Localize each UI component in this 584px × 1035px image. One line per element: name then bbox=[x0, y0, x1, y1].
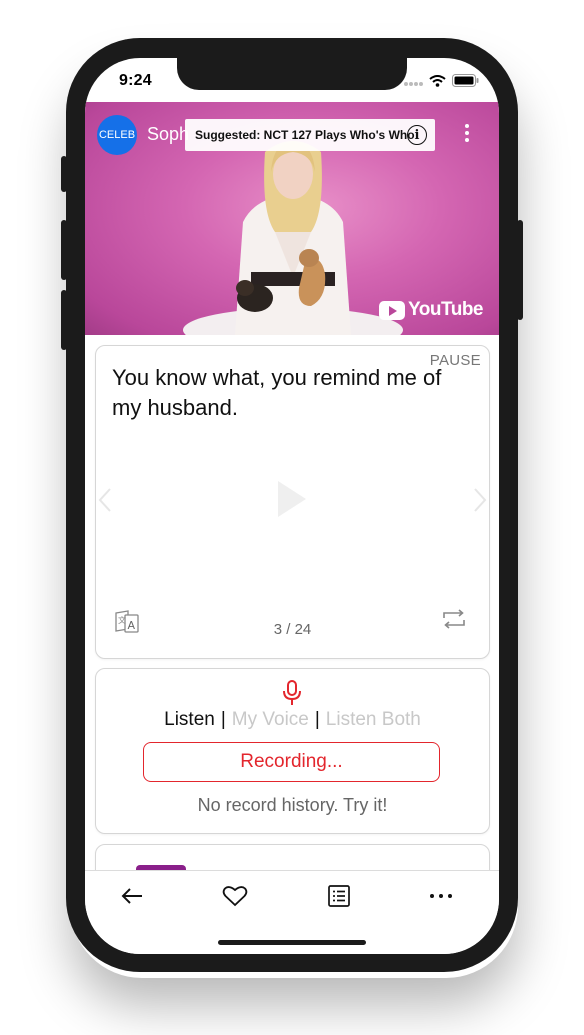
info-icon[interactable]: i bbox=[407, 125, 427, 145]
mode-listen[interactable]: Listen bbox=[164, 709, 215, 730]
suggested-video-pill[interactable]: Suggested: NCT 127 Plays Who's Who i bbox=[185, 119, 435, 151]
previous-arrow-icon[interactable] bbox=[98, 487, 112, 518]
volume-up-button bbox=[61, 220, 67, 280]
subtitle-text: You know what, you remind me of my husba… bbox=[112, 365, 442, 420]
suggested-video-title: Suggested: NCT 127 Plays Who's Who bbox=[195, 128, 415, 142]
repeat-icon[interactable] bbox=[441, 609, 467, 634]
microphone-icon[interactable] bbox=[282, 680, 302, 711]
signal-icon bbox=[403, 74, 423, 92]
youtube-wordmark: YouTube bbox=[408, 299, 483, 320]
mode-separator: | bbox=[220, 709, 226, 730]
wifi-icon bbox=[429, 74, 446, 92]
screen: 9:24 CELEB Soph Suggested: NCT 127 Plays… bbox=[85, 58, 499, 954]
list-icon[interactable] bbox=[322, 883, 356, 909]
subtitle-counter: 3 / 24 bbox=[273, 621, 312, 638]
heart-icon[interactable] bbox=[218, 883, 252, 909]
play-icon[interactable] bbox=[276, 479, 308, 524]
notch bbox=[177, 58, 407, 90]
recording-button[interactable]: Recording... bbox=[143, 742, 440, 782]
mode-listen-both[interactable]: Listen Both bbox=[326, 709, 421, 730]
mode-my-voice[interactable]: My Voice bbox=[232, 709, 309, 730]
back-arrow-icon[interactable] bbox=[115, 883, 149, 909]
channel-logo[interactable]: CELEB bbox=[97, 115, 137, 155]
status-icons bbox=[403, 74, 479, 92]
video-player[interactable]: CELEB Soph Suggested: NCT 127 Plays Who'… bbox=[85, 102, 499, 335]
subtitle-card: PAUSE You know what, you remind me of my… bbox=[95, 345, 490, 659]
mode-separator: | bbox=[314, 709, 320, 730]
power-button bbox=[517, 220, 523, 320]
status-time: 9:24 bbox=[119, 72, 152, 89]
volume-down-button bbox=[61, 290, 67, 350]
video-more-icon[interactable] bbox=[465, 124, 469, 145]
home-indicator[interactable] bbox=[218, 940, 366, 945]
youtube-play-icon bbox=[379, 300, 406, 320]
channel-name[interactable]: Soph bbox=[147, 124, 189, 145]
next-arrow-icon[interactable] bbox=[473, 487, 487, 518]
no-record-history-message: No record history. Try it! bbox=[197, 795, 388, 815]
record-mode-selector: Listen | My Voice | Listen Both bbox=[96, 709, 489, 731]
mute-switch bbox=[61, 156, 67, 192]
record-card: Listen | My Voice | Listen Both Recording...… bbox=[95, 668, 490, 834]
youtube-logo[interactable]: YouTube bbox=[379, 299, 483, 321]
battery-icon bbox=[452, 74, 479, 92]
more-icon[interactable] bbox=[424, 883, 458, 909]
